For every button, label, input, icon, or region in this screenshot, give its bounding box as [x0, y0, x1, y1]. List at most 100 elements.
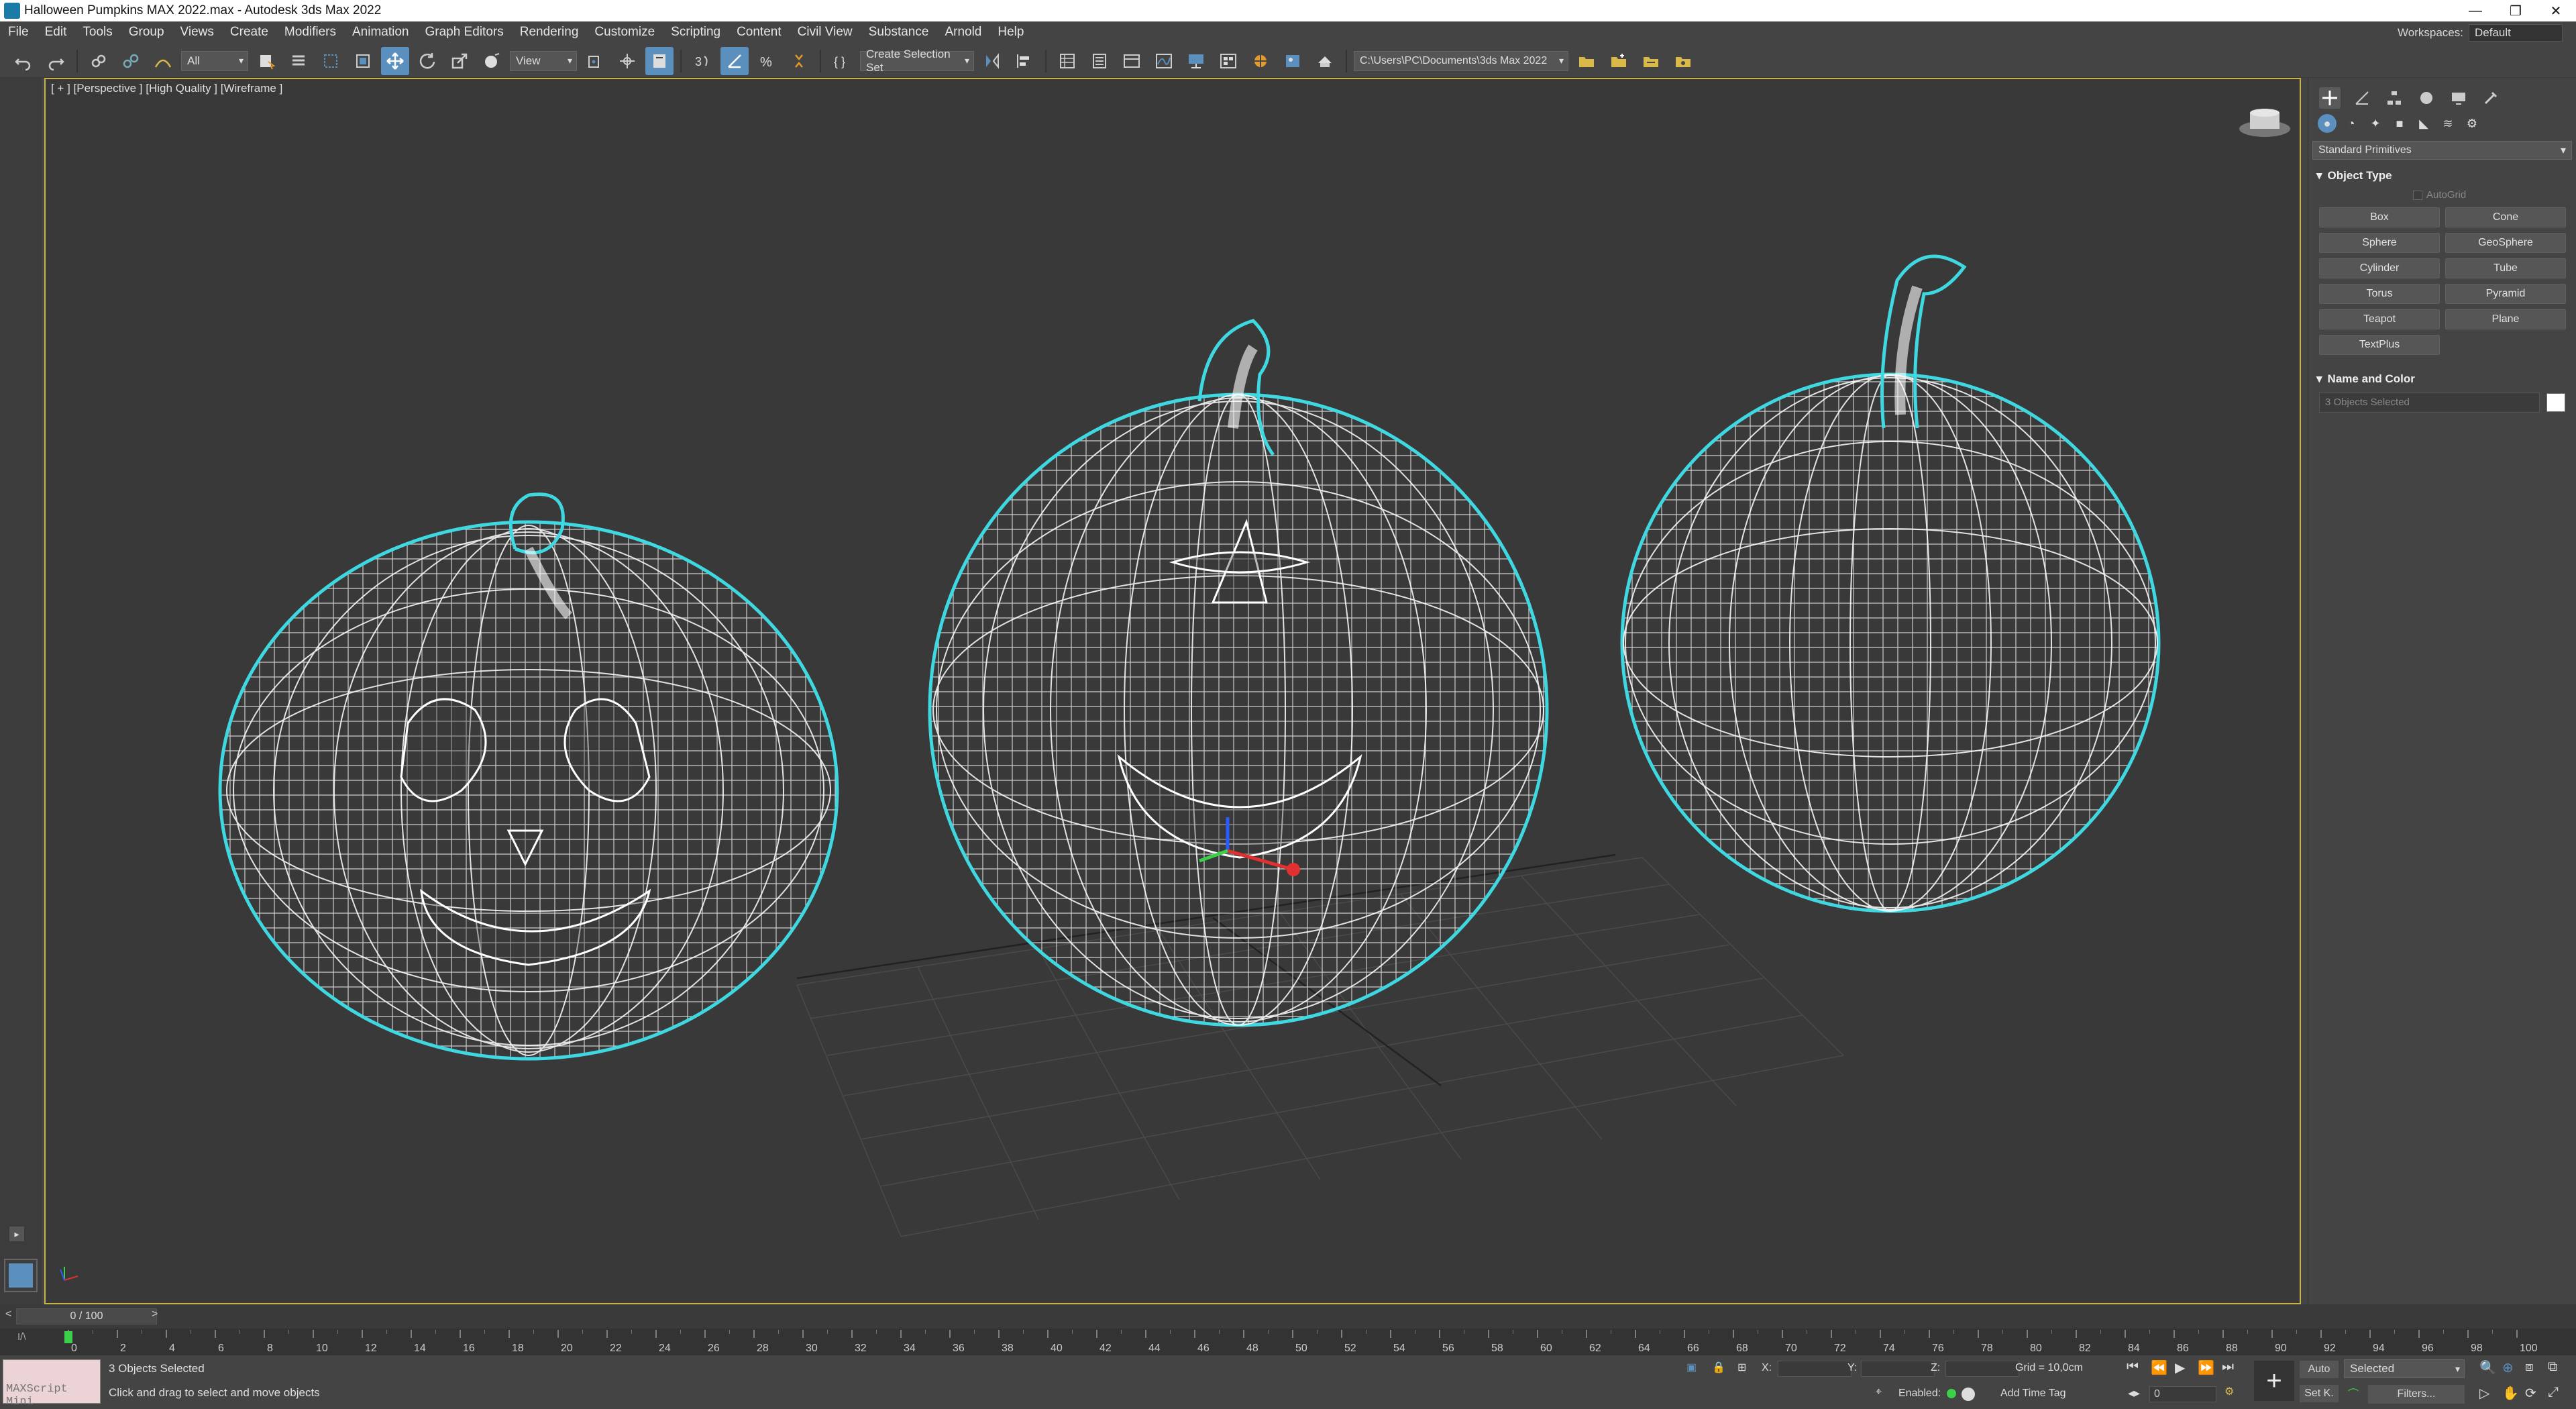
window-crossing-icon[interactable]: [349, 47, 377, 75]
systems-category-icon[interactable]: ⚙: [2463, 114, 2481, 133]
close-button[interactable]: ✕: [2536, 0, 2576, 21]
helpers-category-icon[interactable]: ◣: [2414, 114, 2433, 133]
display-tab-icon[interactable]: [2448, 87, 2469, 109]
workspaces-dropdown[interactable]: Default: [2469, 24, 2563, 42]
toggle-ribbon-icon[interactable]: [1118, 47, 1146, 75]
project-folder-icon[interactable]: [1572, 47, 1601, 75]
align-icon[interactable]: [1010, 47, 1038, 75]
redo-icon[interactable]: [42, 47, 70, 75]
teapot-button[interactable]: Teapot: [2319, 309, 2440, 329]
select-and-manipulate-icon[interactable]: [613, 47, 641, 75]
viewport-layout-tab[interactable]: [4, 1259, 38, 1292]
named-selection-set-dropdown[interactable]: Create Selection Set: [860, 48, 974, 74]
menu-tools[interactable]: Tools: [74, 25, 120, 40]
autogrid-checkbox[interactable]: [2413, 190, 2422, 200]
restore-button[interactable]: ❐: [2496, 0, 2536, 21]
perspective-viewport[interactable]: [ + ] [Perspective ] [High Quality ] [Wi…: [44, 78, 2301, 1304]
utilities-tab-icon[interactable]: [2480, 87, 2502, 109]
select-by-name-icon[interactable]: [284, 47, 313, 75]
place-icon[interactable]: [478, 47, 506, 75]
reference-coordinate-dropdown[interactable]: View: [510, 50, 577, 71]
key-tangent-icon[interactable]: ⌒: [2348, 1385, 2359, 1401]
spinner-snap-icon[interactable]: [785, 47, 813, 75]
key-mode-icon[interactable]: ◂▸: [2128, 1386, 2140, 1400]
y-coordinate-field[interactable]: [1861, 1361, 1935, 1377]
go-to-end-icon[interactable]: ⏭: [2222, 1359, 2234, 1375]
time-configuration-icon[interactable]: ⚙: [2224, 1385, 2234, 1398]
modify-tab-icon[interactable]: [2351, 87, 2373, 109]
menu-graph-editors[interactable]: Graph Editors: [417, 25, 512, 40]
torus-button[interactable]: Torus: [2319, 284, 2440, 304]
pivot-center-icon[interactable]: [581, 47, 609, 75]
select-and-move-icon[interactable]: [381, 46, 409, 75]
key-filters-button[interactable]: Filters...: [2368, 1385, 2465, 1404]
schematic-view-icon[interactable]: [1182, 47, 1210, 75]
key-filter-dropdown[interactable]: Selected: [2344, 1359, 2465, 1378]
project-settings-icon[interactable]: [1669, 47, 1697, 75]
adaptive-degradation-icon[interactable]: ⌖: [1876, 1386, 1882, 1398]
enabled-status-icon[interactable]: [1947, 1389, 1956, 1398]
cameras-category-icon[interactable]: ■: [2390, 114, 2409, 133]
time-tag-icon[interactable]: [1962, 1388, 1975, 1401]
geosphere-button[interactable]: GeoSphere: [2445, 233, 2566, 253]
time-slider[interactable]: < 0 / 100 >: [0, 1304, 2576, 1328]
zoom-all-icon[interactable]: ⊕: [2502, 1359, 2514, 1376]
menu-customize[interactable]: Customize: [586, 25, 663, 40]
current-frame-spinner[interactable]: 0: [2149, 1386, 2216, 1402]
textplus-button[interactable]: TextPlus: [2319, 335, 2440, 355]
shapes-category-icon[interactable]: ◔: [2342, 114, 2361, 133]
object-category-dropdown[interactable]: Standard Primitives: [2312, 141, 2572, 160]
create-tab-icon[interactable]: [2319, 87, 2341, 109]
maximize-viewport-icon[interactable]: ⤢: [2548, 1385, 2559, 1400]
next-frame-icon[interactable]: ⏩: [2198, 1359, 2214, 1376]
cone-button[interactable]: Cone: [2445, 207, 2566, 227]
cylinder-button[interactable]: Cylinder: [2319, 258, 2440, 278]
render-setup-icon[interactable]: [1246, 47, 1275, 75]
bind-space-warp-icon[interactable]: [149, 47, 177, 75]
object-type-header[interactable]: ▾ Object Type: [2312, 166, 2572, 185]
select-and-scale-icon[interactable]: [445, 47, 474, 75]
zoom-extents-icon[interactable]: ⧈: [2525, 1359, 2534, 1375]
scene-explorer-icon[interactable]: [1053, 47, 1081, 75]
time-prev-arrow-icon[interactable]: <: [5, 1308, 11, 1320]
menu-arnold[interactable]: Arnold: [936, 25, 989, 40]
go-to-start-icon[interactable]: ⏮: [2127, 1359, 2139, 1375]
menu-substance[interactable]: Substance: [861, 25, 937, 40]
percent-snap-icon[interactable]: %: [753, 47, 781, 75]
layer-explorer-icon[interactable]: [1085, 47, 1114, 75]
motion-tab-icon[interactable]: [2416, 87, 2437, 109]
render-production-icon[interactable]: [1311, 47, 1339, 75]
add-time-tag-button[interactable]: Add Time Tag: [2000, 1388, 2066, 1400]
orbit-icon[interactable]: ⟳: [2525, 1385, 2536, 1402]
keyboard-shortcut-override-icon[interactable]: [645, 46, 674, 75]
zoom-icon[interactable]: 🔍: [2479, 1359, 2496, 1376]
curve-editor-icon[interactable]: [1150, 47, 1178, 75]
pan-view-icon[interactable]: ✋: [2502, 1385, 2519, 1402]
track-bar[interactable]: 0 2 4 6 8 10 12 14 16 18 20 22 24 26 28 30 32 34 36 38 40 42 4…: [0, 1328, 2576, 1355]
hierarchy-tab-icon[interactable]: [2383, 87, 2405, 109]
menu-scripting[interactable]: Scripting: [663, 25, 729, 40]
select-object-icon[interactable]: [252, 47, 280, 75]
menu-file[interactable]: File: [0, 25, 37, 40]
pumpkin-center[interactable]: [928, 319, 1549, 1027]
set-key-button[interactable]: Set K.: [2300, 1385, 2339, 1402]
selection-lock-icon[interactable]: 🔒: [1712, 1361, 1725, 1374]
pyramid-button[interactable]: Pyramid: [2445, 284, 2566, 304]
lights-category-icon[interactable]: ✦: [2366, 114, 2385, 133]
menu-civil-view[interactable]: Civil View: [790, 25, 861, 40]
material-editor-icon[interactable]: [1214, 47, 1242, 75]
menu-modifiers[interactable]: Modifiers: [276, 25, 344, 40]
geometry-category-icon[interactable]: ●: [2318, 114, 2337, 133]
set-key-icon[interactable]: +: [2254, 1361, 2294, 1401]
expand-arrow-icon[interactable]: ▸: [9, 1227, 24, 1241]
mini-curve-editor-toggle[interactable]: I/\: [17, 1331, 26, 1343]
angle-snap-icon[interactable]: [720, 46, 749, 75]
object-color-swatch[interactable]: [2546, 393, 2565, 412]
time-slider-thumb[interactable]: 0 / 100: [16, 1308, 157, 1324]
tube-button[interactable]: Tube: [2445, 258, 2566, 278]
edit-named-selection-icon[interactable]: { }: [828, 47, 856, 75]
viewcube-icon[interactable]: [2239, 109, 2290, 137]
link-icon[interactable]: [85, 47, 113, 75]
maxscript-listener[interactable]: MAXScript Mini: [3, 1359, 101, 1408]
plane-button[interactable]: Plane: [2445, 309, 2566, 329]
